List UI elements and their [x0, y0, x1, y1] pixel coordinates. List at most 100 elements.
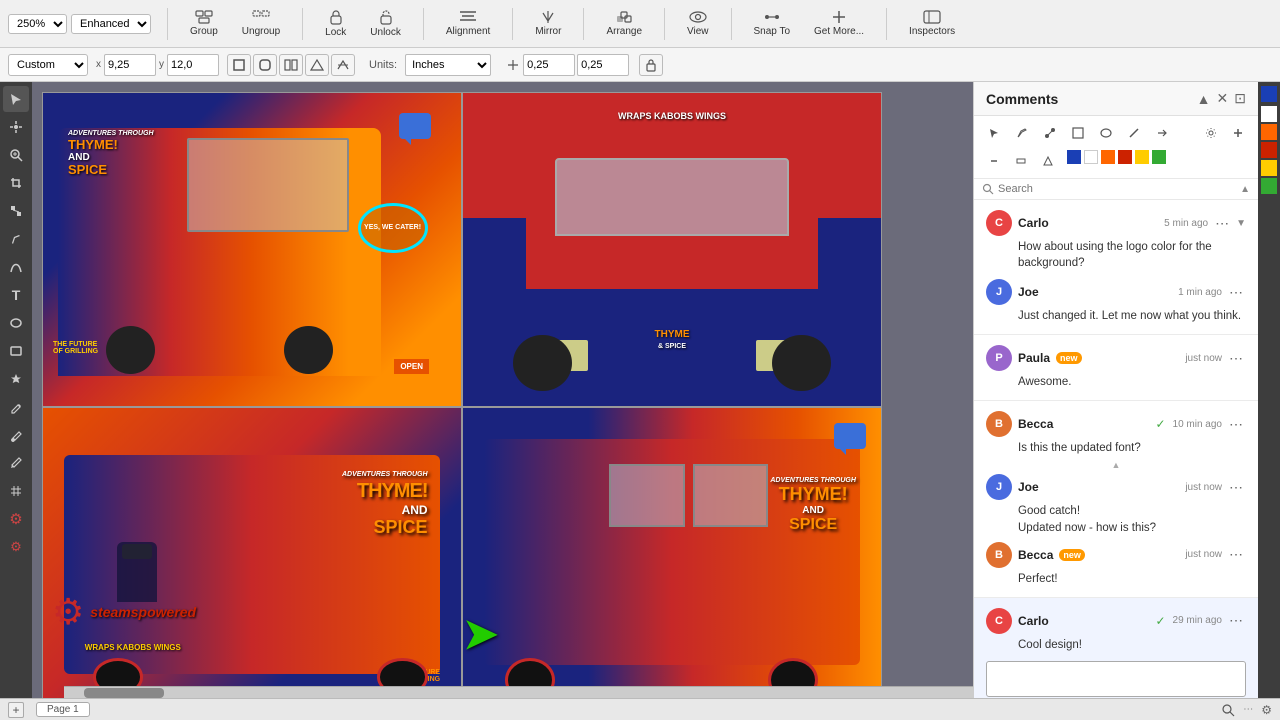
- arrange-btn[interactable]: Arrange: [600, 8, 648, 39]
- star-tool[interactable]: [3, 366, 29, 392]
- panel-tool-r2[interactable]: [1009, 150, 1033, 172]
- canvas-cell-br[interactable]: ADVENTURES THROUGH THYME! AND SPICE ➤: [462, 407, 882, 698]
- panel-detach-icon[interactable]: ⊡: [1234, 90, 1246, 107]
- grid-tool[interactable]: [3, 478, 29, 504]
- style-btn-1[interactable]: [227, 54, 251, 76]
- color-green[interactable]: [1152, 150, 1166, 164]
- h-scrollbar[interactable]: [64, 686, 973, 698]
- search-input[interactable]: [998, 183, 1240, 195]
- color-swatch-green[interactable]: [1261, 178, 1277, 194]
- color-swatch-blue[interactable]: [1261, 86, 1277, 102]
- inspectors-btn[interactable]: Inspectors: [903, 8, 961, 39]
- style-btn-5[interactable]: [331, 54, 355, 76]
- color-white[interactable]: [1084, 150, 1098, 164]
- eyedropper-tool[interactable]: [3, 450, 29, 476]
- style-btn-4[interactable]: [305, 54, 329, 76]
- ellipse-tool[interactable]: [3, 310, 29, 336]
- color-orange[interactable]: [1101, 150, 1115, 164]
- style-btn-2[interactable]: [253, 54, 277, 76]
- reply-input[interactable]: [986, 661, 1246, 697]
- lock-ratio-btn[interactable]: [639, 54, 663, 76]
- zoom-fit-icon[interactable]: [1221, 703, 1235, 717]
- panel-tool-r3[interactable]: [1036, 150, 1060, 172]
- steam-logo-area: ⚙ steamspowered: [52, 591, 196, 633]
- thread3-menu-btn[interactable]: ⋯: [1226, 416, 1246, 433]
- panel-tool-pen[interactable]: [1010, 122, 1034, 144]
- alignment-btn[interactable]: Alignment: [440, 8, 496, 39]
- panel-tool-arrow[interactable]: [1150, 122, 1174, 144]
- panel-settings-btn[interactable]: [1199, 122, 1223, 144]
- panel-tool-r1[interactable]: [982, 150, 1006, 172]
- panel-tool-line[interactable]: [1122, 122, 1146, 144]
- bezier-tool[interactable]: [3, 254, 29, 280]
- lock-btn[interactable]: Lock: [319, 7, 352, 40]
- style-dropdown[interactable]: Custom Default: [8, 54, 88, 76]
- reply2-menu-btn[interactable]: ⋯: [1226, 479, 1246, 496]
- crop-tool[interactable]: [3, 170, 29, 196]
- color-swatch-yellow[interactable]: [1261, 160, 1277, 176]
- view-mode-select[interactable]: Enhanced Normal: [71, 14, 151, 34]
- panel-tool-rect[interactable]: [1066, 122, 1090, 144]
- panel-search-bar: ▲: [974, 179, 1258, 200]
- select-tool[interactable]: [3, 86, 29, 112]
- canvas-area[interactable]: ADVENTURES THROUGH THYME! AND SPICE OPE: [32, 82, 973, 698]
- snap-btn[interactable]: Snap To: [748, 8, 797, 39]
- search-collapse-icon[interactable]: ▲: [1240, 184, 1250, 195]
- thread1-collapse-btn[interactable]: ▼: [1236, 218, 1246, 229]
- settings-tool[interactable]: ⚙: [3, 506, 29, 532]
- rect-tool[interactable]: [3, 338, 29, 364]
- bottom-settings-icon[interactable]: ⚙: [1261, 703, 1272, 717]
- unlock-btn[interactable]: Unlock: [364, 7, 407, 40]
- color-blue[interactable]: [1067, 150, 1081, 164]
- pan-tool[interactable]: [3, 114, 29, 140]
- bottom-bar: + Page 1 ⋯ ⚙: [0, 698, 1280, 720]
- thread4-menu-btn[interactable]: ⋯: [1226, 612, 1246, 629]
- canvas-cell-tl[interactable]: ADVENTURES THROUGH THYME! AND SPICE OPE: [42, 92, 462, 407]
- y-coord-input[interactable]: [167, 54, 219, 76]
- thread3-collapse: ▲: [986, 460, 1246, 470]
- panel-tool-select[interactable]: [982, 122, 1006, 144]
- thread3-collapse-btn[interactable]: ▲: [1112, 460, 1121, 470]
- group-btn[interactable]: Group: [184, 8, 224, 39]
- node-tool[interactable]: [3, 198, 29, 224]
- zoom-tool[interactable]: [3, 142, 29, 168]
- paint-tool[interactable]: [3, 422, 29, 448]
- thread1-menu-btn[interactable]: ⋯: [1212, 215, 1232, 232]
- add-page-btn[interactable]: +: [8, 702, 24, 718]
- panel-tool-node[interactable]: [1038, 122, 1062, 144]
- panel-expand-icon[interactable]: ▲: [1197, 91, 1211, 107]
- pencil-tool[interactable]: [3, 394, 29, 420]
- comment-bubble-br[interactable]: [834, 423, 866, 449]
- thread2-menu-btn[interactable]: ⋯: [1226, 350, 1246, 367]
- color-swatch-white[interactable]: [1261, 106, 1277, 122]
- thread4-check-btn[interactable]: ✓: [1152, 614, 1168, 628]
- mirror-btn[interactable]: Mirror: [529, 8, 567, 39]
- canvas-cell-tr[interactable]: WRAPS KABOBS WINGS THYME& SPICE: [462, 92, 882, 407]
- style-btn-3[interactable]: [279, 54, 303, 76]
- ungroup-btn[interactable]: Ungroup: [236, 8, 286, 39]
- reply3-menu-btn[interactable]: ⋯: [1226, 546, 1246, 563]
- text-tool[interactable]: T: [3, 282, 29, 308]
- color-swatch-orange[interactable]: [1261, 124, 1277, 140]
- zoom-select[interactable]: 250% 100% 150%: [8, 14, 67, 34]
- becca2-new-badge: new: [1059, 549, 1085, 561]
- color-swatch-red[interactable]: [1261, 142, 1277, 158]
- view-btn[interactable]: View: [681, 8, 715, 39]
- thread3-check-btn[interactable]: ✓: [1152, 417, 1168, 431]
- canvas-cell-bl[interactable]: ADVENTURES THROUGH THYME! AND SPICE WRAP…: [42, 407, 462, 698]
- gear-tool-2[interactable]: ⚙: [3, 534, 29, 560]
- reply1-menu-btn[interactable]: ⋯: [1226, 284, 1246, 301]
- h-input[interactable]: [577, 54, 629, 76]
- panel-close-icon[interactable]: ✕: [1217, 90, 1229, 107]
- panel-add-btn[interactable]: [1226, 122, 1250, 144]
- panel-tool-ellipse[interactable]: [1094, 122, 1118, 144]
- w-input[interactable]: [523, 54, 575, 76]
- color-red[interactable]: [1118, 150, 1132, 164]
- x-coord-input[interactable]: [104, 54, 156, 76]
- get-more-btn[interactable]: Get More...: [808, 8, 870, 39]
- color-yellow[interactable]: [1135, 150, 1149, 164]
- comment-bubble-tl[interactable]: [399, 113, 431, 139]
- pen-tool[interactable]: [3, 226, 29, 252]
- units-select[interactable]: Inches Pixels Centimeters: [405, 54, 491, 76]
- page-tab-1[interactable]: Page 1: [36, 702, 90, 717]
